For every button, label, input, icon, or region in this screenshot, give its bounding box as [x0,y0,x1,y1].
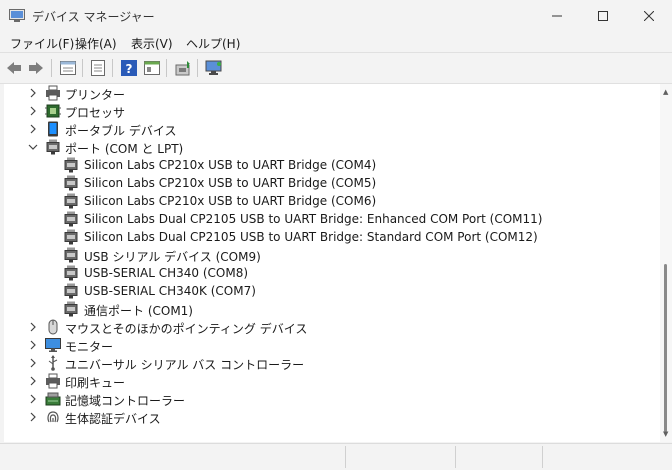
help-button[interactable]: ? [120,59,138,77]
chevron-right-icon[interactable] [28,376,38,386]
chevron-right-icon[interactable] [28,124,38,134]
biometric-icon [47,411,59,423]
maximize-button[interactable] [580,0,626,32]
window-title: デバイス マネージャー [32,10,155,24]
show-hidden-button[interactable] [89,59,107,77]
scroll-down-icon[interactable]: ▼ [663,430,668,438]
chevron-right-icon[interactable] [28,394,38,404]
status-divider [542,446,544,468]
port-icon [64,157,78,173]
device-tree[interactable]: プリンター プロセッサ ポータブル デバイス ポート (COM と LPT) S… [4,84,660,442]
usb-icon [48,355,58,371]
close-icon [644,11,654,21]
storage-icon [45,392,61,406]
port-icon [64,193,78,209]
node-label: ユニバーサル シリアル バス コントローラー [65,358,305,372]
status-divider [345,446,347,468]
port-icon [64,265,78,281]
scan-hardware-button[interactable] [205,59,223,77]
scrollbar-thumb[interactable] [664,264,667,432]
help-icon: ? [121,60,137,76]
node-label: USB-SERIAL CH340 (COM8) [84,266,249,280]
portable-device-icon [48,121,58,137]
printer-icon [46,85,60,101]
node-label: Silicon Labs CP210x USB to UART Bridge (… [84,158,377,172]
status-divider [455,446,457,468]
node-label: ポート (COM と LPT) [65,142,184,156]
node-label: 生体認証デバイス [65,412,161,426]
properties-icon [60,61,76,75]
chevron-right-icon[interactable] [28,358,38,368]
device-manager-icon [9,9,25,22]
scroll-up-icon[interactable]: ▲ [663,88,668,96]
minimize-icon [552,15,562,17]
port-icon [64,301,78,317]
action-view-icon [144,61,160,75]
menu-action[interactable]: 操作(A) [75,35,117,52]
node-label: 通信ポート (COM1) [84,304,193,318]
back-icon [7,62,21,74]
processor-icon [45,104,61,118]
node-label: Silicon Labs CP210x USB to UART Bridge (… [84,176,377,190]
maximize-icon [598,11,608,21]
chevron-right-icon[interactable] [28,322,38,332]
mouse-icon [48,319,58,335]
forward-icon [29,62,43,74]
chevron-right-icon[interactable] [28,106,38,116]
node-label: Silicon Labs CP210x USB to UART Bridge (… [84,194,377,208]
node-label: Silicon Labs Dual CP2105 USB to UART Bri… [84,230,538,244]
node-label: モニター [65,340,114,354]
node-label: マウスとそのほかのポインティング デバイス [65,322,308,336]
back-button[interactable] [5,59,23,77]
node-label: プリンター [65,88,126,102]
port-icon [64,283,78,299]
scan-hardware-icon [205,60,222,75]
print-queue-icon [46,373,60,389]
node-label: USB シリアル デバイス (COM9) [84,250,261,264]
menu-view[interactable]: 表示(V) [131,35,173,52]
action-view-button[interactable] [143,59,161,77]
port-icon [46,139,60,155]
chevron-right-icon[interactable] [28,340,38,350]
vertical-scrollbar[interactable]: ▲ ▼ [660,84,672,442]
title-bar: デバイス マネージャー [0,0,672,32]
port-icon [64,175,78,191]
chevron-right-icon[interactable] [28,88,38,98]
update-driver-button[interactable] [174,59,192,77]
minimize-button[interactable] [534,0,580,32]
menu-file[interactable]: ファイル(F) [10,35,74,52]
chevron-down-icon[interactable] [28,142,38,152]
show-hidden-icon [91,60,105,76]
update-driver-icon [175,61,190,76]
menu-help[interactable]: ヘルプ(H) [186,35,240,52]
svg-text:?: ? [126,62,133,76]
monitor-icon [45,338,61,352]
port-icon [64,247,78,263]
status-bar [0,443,672,470]
forward-button[interactable] [27,59,45,77]
node-label: 記憶域コントローラー [65,394,186,408]
node-label: USB-SERIAL CH340K (COM7) [84,284,256,298]
node-label: プロセッサ [65,106,126,120]
port-icon [64,229,78,245]
node-label: ポータブル デバイス [65,124,177,138]
toolbar: ? [0,52,672,84]
chevron-right-icon[interactable] [28,412,38,422]
close-button[interactable] [626,0,672,32]
menu-bar: ファイル(F) 操作(A) 表示(V) ヘルプ(H) [0,32,672,52]
properties-button[interactable] [59,59,77,77]
port-icon [64,211,78,227]
node-label: 印刷キュー [65,376,126,390]
node-label: Silicon Labs Dual CP2105 USB to UART Bri… [84,212,543,226]
